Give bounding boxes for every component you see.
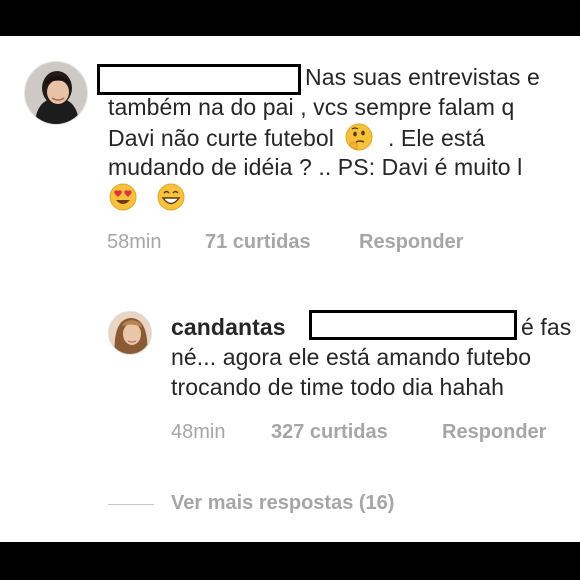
comment-likes-link[interactable]: 71 curtidas [205,230,311,254]
comment-text-line-3: Davi não curte futebol . Ele está [108,122,485,153]
thinking-face-emoji-icon [345,123,373,151]
comment-emoji-line [108,182,186,214]
redacted-mention-box [309,310,517,340]
commenter-avatar[interactable] [24,61,88,125]
comment-reply-button[interactable]: Responder [359,230,463,254]
avatar-photo-icon [25,62,87,124]
top-black-bar [0,0,580,36]
reply-likes-text: 327 curtidas [271,421,388,443]
reply-username[interactable]: candantas [171,312,286,342]
comment-text-line-1: Nas suas entrevistas e [305,64,540,90]
reply-text-line-2: né... agora ele está amando futebo [171,344,532,370]
reply-reply-label: Responder [442,421,547,443]
reply-reply-button[interactable]: Responder [442,420,546,444]
avatar-photo-icon [109,312,151,354]
comment-reply-label: Responder [359,231,464,253]
redacted-username-box [97,64,301,95]
reply-text-line-3: trocando de time todo dia hahah [171,374,505,400]
comment-text-line-3-text: Davi não curte futebol [108,125,334,151]
reply-timestamp: 48min [171,421,226,443]
grinning-face-emoji-icon [157,183,185,211]
heart-eyes-emoji-icon [109,183,137,211]
comments-panel: Nas suas entrevistas e também na do pai … [0,36,580,542]
comment-text-line-4: mudando de idéia ? .. PS: Davi é muito l [108,154,523,180]
comment-timestamp: 58min [107,231,162,253]
view-more-replies-button[interactable]: Ver mais respostas (16) [171,491,394,515]
comment-likes-text: 71 curtidas [205,231,311,253]
reply-likes-link[interactable]: 327 curtidas [271,420,388,444]
bottom-black-bar [0,542,580,580]
view-more-replies-label: Ver mais respostas (16) [171,492,395,514]
reply-text-line-1-end: é fas [521,314,572,340]
comment-text-line-2: também na do pai , vcs sempre falam q [108,94,515,120]
reply-username-text: candantas [171,314,286,340]
more-replies-divider [108,504,154,505]
comment-text-line-3-cont: . Ele está [387,125,485,151]
reply-avatar[interactable] [108,311,152,355]
